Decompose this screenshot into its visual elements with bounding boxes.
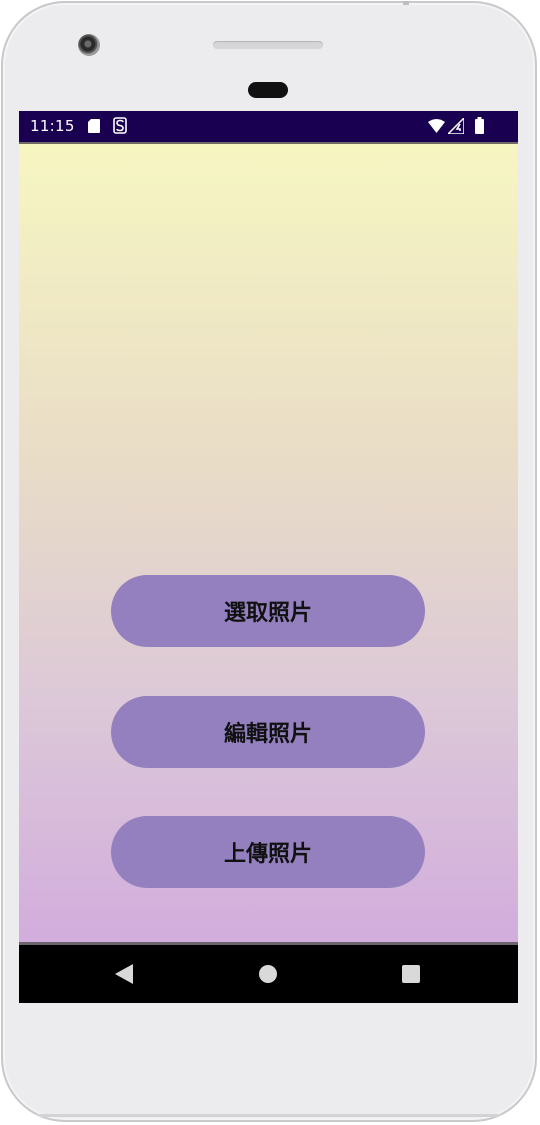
edit-photo-button[interactable]: 編輯照片 xyxy=(111,696,425,768)
select-photo-button[interactable]: 選取照片 xyxy=(111,575,425,647)
phone-button xyxy=(403,1,409,5)
back-icon[interactable] xyxy=(115,964,133,984)
upload-photo-button[interactable]: 上傳照片 xyxy=(111,816,425,888)
app-content: 選取照片 編輯照片 上傳照片 xyxy=(19,142,518,942)
earpiece xyxy=(248,82,288,98)
recents-icon[interactable] xyxy=(402,965,420,983)
phone-frame: 11:15 選取照片 編輯照片 上傳照片 xyxy=(1,1,537,1122)
phone-bottom-edge xyxy=(31,1114,507,1117)
speaker-grille xyxy=(213,41,323,49)
battery-icon xyxy=(475,117,484,134)
wifi-icon xyxy=(428,119,445,133)
storage-s-icon xyxy=(113,117,127,134)
signal-icon xyxy=(448,118,464,134)
status-time: 11:15 xyxy=(30,117,75,135)
front-camera xyxy=(78,34,100,56)
status-bar: 11:15 xyxy=(19,111,518,142)
sim-card-icon xyxy=(88,119,100,133)
screen: 11:15 選取照片 編輯照片 上傳照片 xyxy=(19,111,518,1003)
home-icon[interactable] xyxy=(259,965,277,983)
navigation-bar xyxy=(19,945,518,1003)
